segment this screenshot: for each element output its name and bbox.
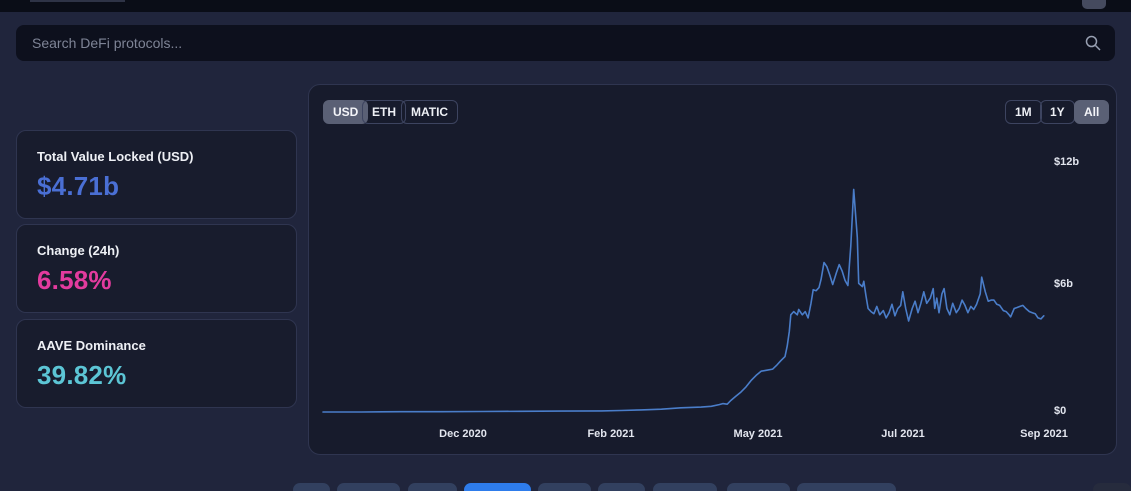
search-input[interactable] [16,25,1115,61]
stat-label: Total Value Locked (USD) [37,149,276,164]
stat-label: Change (24h) [37,243,276,258]
x-axis-tick: Dec 2020 [431,428,495,440]
x-axis-tick: Jul 2021 [871,428,935,440]
stat-label: AAVE Dominance [37,338,276,353]
bottom-tab[interactable] [337,483,400,491]
bottom-tab[interactable] [653,483,717,491]
stat-value: 39.82% [37,360,276,391]
range-toggle-1y[interactable]: 1Y [1040,100,1075,124]
bottom-tab[interactable] [538,483,591,491]
y-axis-tick: $6b [1054,278,1073,290]
stat-value: 6.58% [37,265,276,296]
search-bar [16,25,1115,61]
stat-card-change: Change (24h) 6.58% [16,224,297,313]
logo [30,0,125,2]
range-toggle-all[interactable]: All [1074,100,1109,124]
bottom-tab-active[interactable] [464,483,531,491]
x-axis-tick: May 2021 [726,428,790,440]
top-bar [0,0,1131,12]
bottom-tab[interactable] [293,483,330,491]
bottom-tab[interactable] [797,483,896,491]
stat-card-tvl: Total Value Locked (USD) $4.71b [16,130,297,219]
bottom-right-element[interactable] [1093,483,1131,491]
x-axis-tick: Sep 2021 [1012,428,1076,440]
y-axis-tick: $12b [1054,156,1079,168]
bottom-tab[interactable] [408,483,457,491]
y-axis-tick: $0 [1054,405,1066,417]
stat-value: $4.71b [37,171,276,202]
bottom-tab[interactable] [727,483,790,491]
x-axis-tick: Feb 2021 [579,428,643,440]
stat-card-dominance: AAVE Dominance 39.82% [16,319,297,408]
tvl-chart-panel: USD ETH MATIC 1M 1Y All $12b $6b $0 Dec … [308,84,1117,455]
tvl-line-chart [309,85,1118,456]
bottom-tab[interactable] [598,483,645,491]
search-icon [1085,35,1101,51]
currency-toggle-matic[interactable]: MATIC [401,100,458,124]
range-toggle-1m[interactable]: 1M [1005,100,1042,124]
currency-toggle-eth[interactable]: ETH [362,100,406,124]
topbar-right-button[interactable] [1082,0,1106,9]
